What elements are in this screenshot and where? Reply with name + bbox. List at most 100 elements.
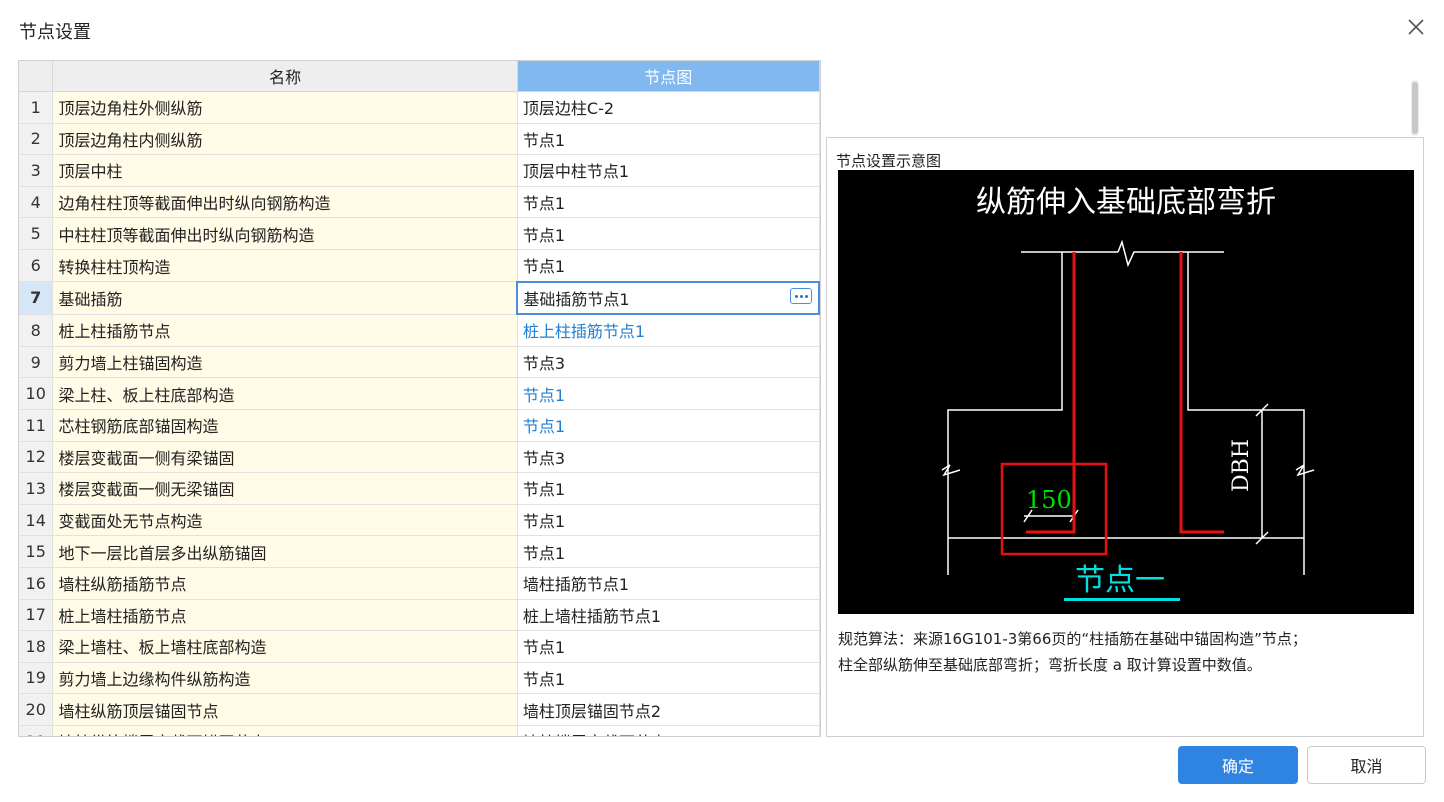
row-name-cell[interactable]: 桩上柱插筋节点 <box>52 314 518 347</box>
node-value-cell[interactable]: 节点3 <box>517 441 820 474</box>
table-row[interactable]: 14 变截面处无节点构造 节点1 <box>19 504 820 537</box>
node-value-cell[interactable]: 节点1 <box>517 123 820 156</box>
row-name-cell[interactable]: 芯柱钢筋底部锚固构造 <box>52 409 518 442</box>
table-row[interactable]: 1 顶层边角柱外侧纵筋 顶层边柱C-2 <box>19 91 820 124</box>
row-number[interactable]: 19 <box>19 662 54 695</box>
row-name-cell[interactable]: 楼层变截面一侧有梁锚固 <box>52 441 518 474</box>
table-row[interactable]: 7 基础插筋 基础插筋节点1 <box>19 280 820 316</box>
row-number[interactable]: 5 <box>19 217 54 250</box>
table-row[interactable]: 20 墙柱纵筋顶层锚固节点 墙柱顶层锚固节点2 <box>19 693 820 726</box>
row-number[interactable]: 15 <box>19 535 54 568</box>
node-value-editor[interactable]: 基础插筋节点1 <box>516 280 820 316</box>
table-row[interactable]: 13 楼层变截面一侧无梁锚固 节点1 <box>19 472 820 505</box>
ellipsis-dot-icon <box>805 294 808 298</box>
row-name-cell[interactable]: 边角柱柱顶等截面伸出时纵向钢筋构造 <box>52 186 518 219</box>
table-row[interactable]: 11 芯柱钢筋底部锚固构造 节点1 <box>19 409 820 442</box>
row-number[interactable]: 2 <box>19 123 54 156</box>
row-name-cell[interactable]: 中柱柱顶等截面伸出时纵向钢筋构造 <box>52 217 518 250</box>
table-row[interactable]: 16 墙柱纵筋插筋节点 墙柱插筋节点1 <box>19 567 820 600</box>
node-value-cell[interactable]: 顶层边柱C-2 <box>517 91 820 124</box>
row-number[interactable]: 10 <box>19 377 54 410</box>
row-number[interactable]: 18 <box>19 630 54 663</box>
table-row[interactable]: 19 剪力墙上边缘构件纵筋构造 节点1 <box>19 662 820 695</box>
node-value-cell[interactable]: 节点1 <box>517 662 820 695</box>
table-row[interactable]: 18 梁上墙柱、板上墙柱底部构造 节点1 <box>19 630 820 663</box>
ellipsis-dot-icon <box>795 294 798 298</box>
node-value-cell[interactable]: 墙柱插筋节点1 <box>517 567 820 600</box>
row-name-cell[interactable]: 顶层中柱 <box>52 154 518 187</box>
table-row[interactable]: 2 顶层边角柱内侧纵筋 节点1 <box>19 123 820 156</box>
column-header-node[interactable]: 节点图 <box>517 61 820 92</box>
table-row[interactable]: 21墙柱纵筋楼层变截面锚固节点墙柱楼层变截面节点2 <box>19 725 820 736</box>
node-value-cell[interactable]: 顶层中柱节点1 <box>517 154 820 187</box>
table-row[interactable]: 6 转换柱柱顶构造 节点1 <box>19 249 820 283</box>
row-number[interactable]: 16 <box>19 567 54 600</box>
row-number[interactable]: 17 <box>19 599 54 632</box>
node-value-cell[interactable]: 节点1 <box>517 472 820 505</box>
table-row[interactable]: 12 楼层变截面一侧有梁锚固 节点3 <box>19 441 820 474</box>
node-value-cell[interactable]: 节点1 <box>517 535 820 568</box>
dialog-title: 节点设置 <box>19 22 91 43</box>
table-row[interactable]: 8 桩上柱插筋节点 桩上柱插筋节点1 <box>19 314 820 347</box>
row-number[interactable]: 14 <box>19 504 54 537</box>
row-name-cell[interactable]: 变截面处无节点构造 <box>52 504 518 537</box>
cancel-button[interactable]: 取消 <box>1307 746 1426 784</box>
node-value-cell[interactable]: 节点3 <box>517 346 820 379</box>
node-value-cell[interactable]: 墙柱顶层锚固节点2 <box>517 693 820 726</box>
node-value-cell[interactable]: 节点1 <box>517 504 820 537</box>
node-value-cell[interactable]: 节点1 <box>517 186 820 219</box>
row-number[interactable]: 12 <box>19 441 54 474</box>
row-name-cell[interactable]: 顶层边角柱外侧纵筋 <box>52 91 518 124</box>
node-value-cell[interactable]: 节点1 <box>517 249 820 283</box>
table-row[interactable]: 17 桩上墙柱插筋节点 桩上墙柱插筋节点1 <box>19 599 820 632</box>
row-name-cell[interactable]: 梁上柱、板上柱底部构造 <box>52 377 518 410</box>
column-header-name[interactable]: 名称 <box>52 61 518 92</box>
node-value-cell[interactable]: 节点1 <box>517 217 820 250</box>
node-value-cell[interactable]: 桩上墙柱插筋节点1 <box>517 599 820 632</box>
row-number[interactable]: 7 <box>19 281 54 315</box>
row-number[interactable]: 4 <box>19 186 54 219</box>
node-value-cell[interactable]: 墙柱楼层变截面节点2 <box>517 725 820 736</box>
ellipsis-button[interactable] <box>790 287 812 304</box>
row-name-cell[interactable]: 墙柱纵筋楼层变截面锚固节点 <box>52 725 518 736</box>
node-value-cell[interactable]: 节点1 <box>517 409 820 442</box>
row-number[interactable]: 11 <box>19 409 54 442</box>
row-name-cell[interactable]: 桩上墙柱插筋节点 <box>52 599 518 632</box>
row-name-cell[interactable]: 墙柱纵筋插筋节点 <box>52 567 518 600</box>
row-name-cell[interactable]: 基础插筋 <box>52 281 518 315</box>
table-row[interactable]: 15 地下一层比首层多出纵筋锚固 节点1 <box>19 535 820 568</box>
preview-panel: 节点设置示意图 纵筋伸入基础底部弯折 150 DBH 节点一 规范算法：来源16… <box>826 137 1424 737</box>
row-name-cell[interactable]: 梁上墙柱、板上墙柱底部构造 <box>52 630 518 663</box>
node-value-cell[interactable]: 节点1 <box>517 377 820 410</box>
row-number-header <box>19 61 54 92</box>
table-row[interactable]: 3 顶层中柱 顶层中柱节点1 <box>19 154 820 187</box>
row-name-cell[interactable]: 地下一层比首层多出纵筋锚固 <box>52 535 518 568</box>
row-name-cell[interactable]: 墙柱纵筋顶层锚固节点 <box>52 693 518 726</box>
node-value-text: 基础插筋节点1 <box>523 289 630 309</box>
row-name-cell[interactable]: 顶层边角柱内侧纵筋 <box>52 123 518 156</box>
row-name-cell[interactable]: 楼层变截面一侧无梁锚固 <box>52 472 518 505</box>
diagram-heading: 纵筋伸入基础底部弯折 <box>976 185 1276 220</box>
table-row[interactable]: 4 边角柱柱顶等截面伸出时纵向钢筋构造 节点1 <box>19 186 820 219</box>
row-number[interactable]: 13 <box>19 472 54 505</box>
table-row[interactable]: 10 梁上柱、板上柱底部构造 节点1 <box>19 377 820 410</box>
row-number[interactable]: 1 <box>19 91 54 124</box>
row-name-cell[interactable]: 转换柱柱顶构造 <box>52 249 518 283</box>
row-number[interactable]: 6 <box>19 249 54 283</box>
node-value-cell[interactable]: 桩上柱插筋节点1 <box>517 314 820 347</box>
table-row[interactable]: 5 中柱柱顶等截面伸出时纵向钢筋构造 节点1 <box>19 217 820 250</box>
row-number[interactable]: 3 <box>19 154 54 187</box>
right-scrollbar-thumb[interactable] <box>1412 82 1418 134</box>
row-number[interactable]: 21 <box>19 725 54 736</box>
ok-button[interactable]: 确定 <box>1178 746 1298 784</box>
row-number[interactable]: 9 <box>19 346 54 379</box>
close-icon[interactable] <box>1405 16 1427 38</box>
row-number[interactable]: 20 <box>19 693 54 726</box>
table-row[interactable]: 9 剪力墙上柱锚固构造 节点3 <box>19 346 820 379</box>
row-name-cell[interactable]: 剪力墙上边缘构件纵筋构造 <box>52 662 518 695</box>
row-name-cell[interactable]: 剪力墙上柱锚固构造 <box>52 346 518 379</box>
node-settings-grid: 名称 节点图 1 顶层边角柱外侧纵筋 顶层边柱C-2 2 顶层边角柱内侧纵筋 节点1 3 顶层… <box>18 60 821 737</box>
title-bar: 节点设置 <box>0 0 1444 58</box>
node-value-cell[interactable]: 节点1 <box>517 630 820 663</box>
row-number[interactable]: 8 <box>19 314 54 347</box>
